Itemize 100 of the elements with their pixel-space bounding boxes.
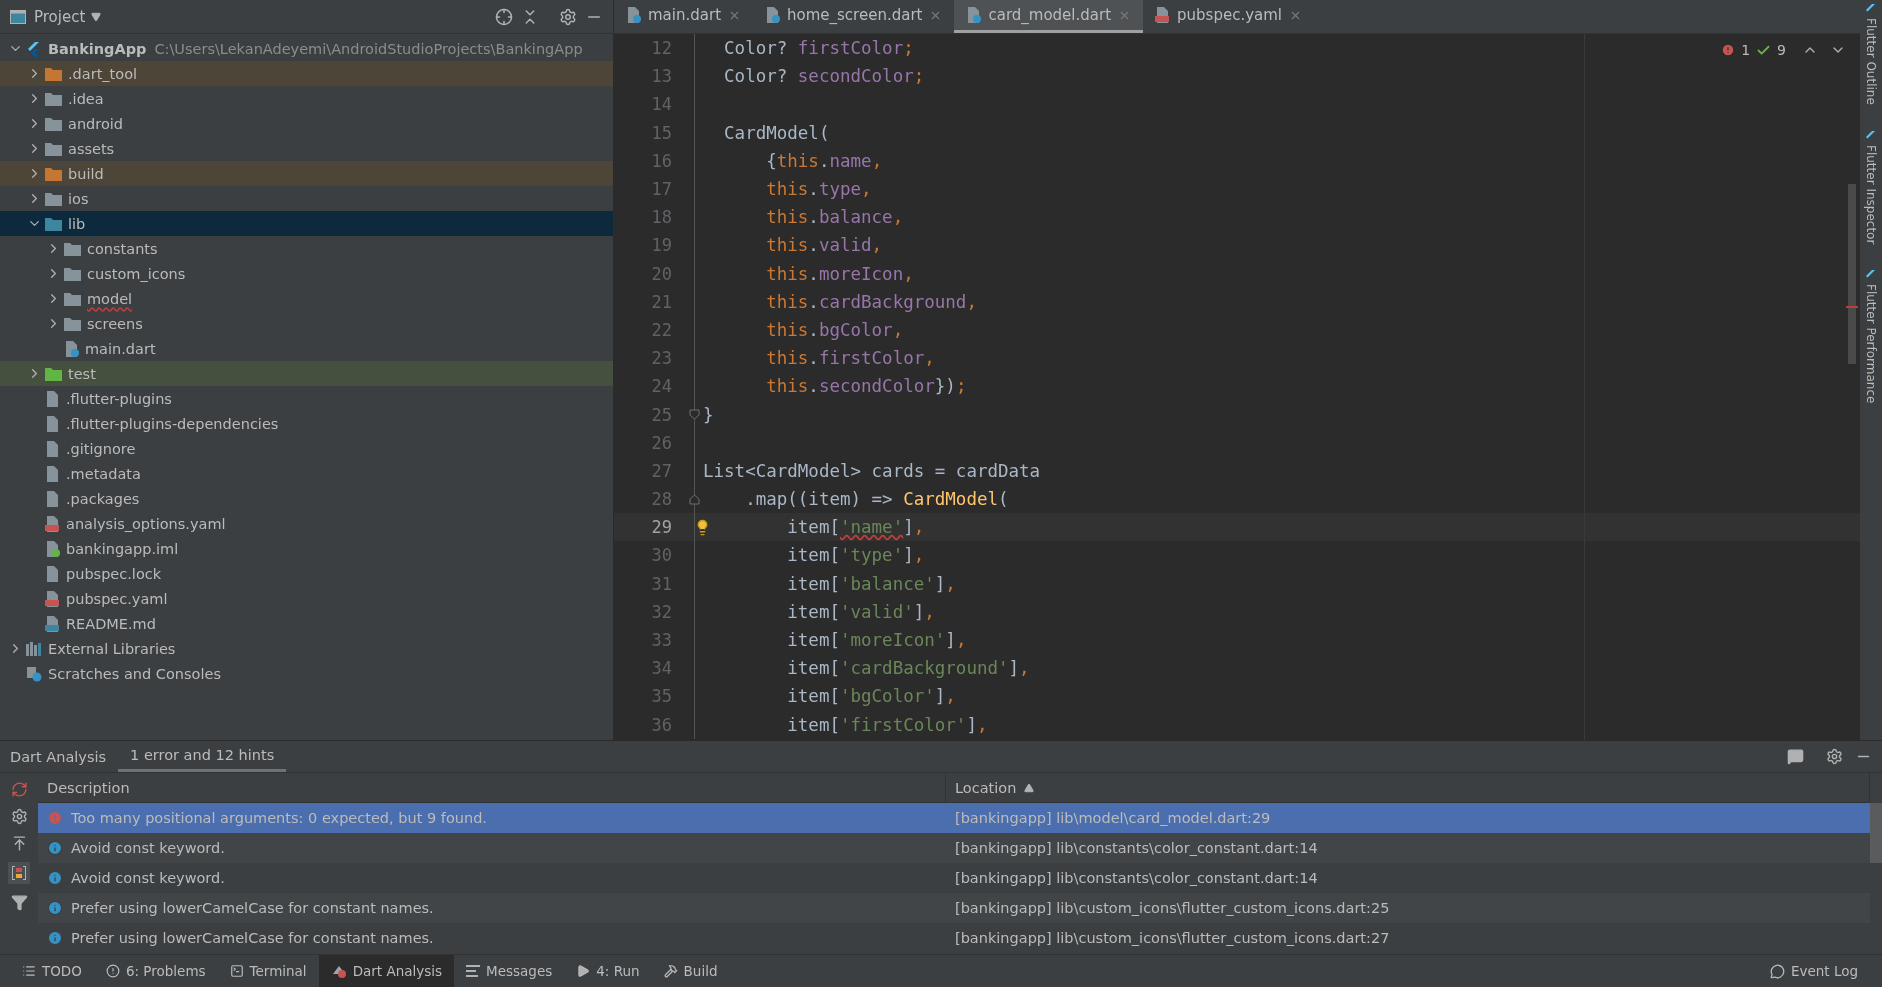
event-log-button[interactable]: Event Log xyxy=(1757,955,1870,987)
tree-row[interactable]: analysis_options.yaml xyxy=(0,511,613,536)
group-icon[interactable] xyxy=(8,862,30,884)
line-number: 23 xyxy=(650,348,672,369)
line-number: 25 xyxy=(650,404,672,425)
tool-window-button[interactable]: TODO xyxy=(10,955,94,987)
flutter-icon xyxy=(1866,130,1876,141)
tree-row[interactable]: pubspec.yaml xyxy=(0,586,613,611)
tree-item-label: bankingapp.iml xyxy=(66,540,179,557)
locate-icon[interactable] xyxy=(495,7,513,26)
code-line: this.balance, xyxy=(765,207,904,228)
tree-row[interactable]: screens xyxy=(0,311,613,336)
filter-icon[interactable] xyxy=(10,894,28,911)
line-number: 31 xyxy=(650,573,672,594)
play-icon xyxy=(576,964,591,978)
tree-row[interactable]: lib xyxy=(0,211,613,236)
folder-icon xyxy=(45,166,62,181)
tree-row[interactable]: model xyxy=(0,286,613,311)
tree-item-label: analysis_options.yaml xyxy=(66,515,226,532)
tool-window-button[interactable]: 4: Run xyxy=(564,955,652,987)
editor-tab[interactable]: home_screen.dart xyxy=(753,0,955,33)
tree-row[interactable]: External Libraries xyxy=(0,636,613,661)
issue-location: [bankingapp] lib\custom_icons\flutter_custom_icons.dart:27 xyxy=(955,930,1390,946)
tree-item-label: screens xyxy=(87,315,143,332)
analysis-row[interactable]: Avoid const keyword. [bankingapp] lib\constants\color_constant.dart:14 xyxy=(38,833,1870,863)
tree-item-label: main.dart xyxy=(85,340,156,357)
file-icon xyxy=(45,440,60,457)
tree-row[interactable]: BankingApp C:\Users\LekanAdeyemi\AndroidStudioProjects\BankingApp xyxy=(0,36,613,61)
code-line: this.moreIcon, xyxy=(765,263,914,284)
line-number: 12 xyxy=(650,38,672,59)
column-header[interactable]: Description xyxy=(38,773,946,802)
code-line: item['bgColor'], xyxy=(786,686,956,707)
tool-window-button[interactable]: 6: Problems xyxy=(93,955,218,987)
project-view-dropdown[interactable]: Project xyxy=(34,7,102,26)
side-tool-tab[interactable]: Flutter Outline xyxy=(1864,4,1878,105)
tree-row[interactable]: .metadata xyxy=(0,461,613,486)
issue-location: [bankingapp] lib\constants\color_constant.dart:14 xyxy=(955,870,1318,886)
code-line: List<CardModel> cards = cardData xyxy=(703,460,1041,481)
tool-window-button[interactable]: Terminal xyxy=(217,955,319,987)
file-icon xyxy=(45,515,60,532)
code-line: this.type, xyxy=(765,179,872,200)
tree-row[interactable]: android xyxy=(0,111,613,136)
code-line: this.valid, xyxy=(765,235,883,256)
tree-row[interactable]: .flutter-plugins-dependencies xyxy=(0,411,613,436)
tree-row[interactable]: Scratches and Consoles xyxy=(0,661,613,686)
comment-icon[interactable] xyxy=(1787,748,1804,765)
tree-row[interactable]: build xyxy=(0,161,613,186)
side-tool-tab[interactable]: Flutter Performance xyxy=(1864,270,1878,404)
info-icon xyxy=(47,870,63,886)
tree-item-label: BankingApp xyxy=(48,40,147,57)
code-line: Color? firstColor; xyxy=(723,38,914,59)
issue-location: [bankingapp] lib\model\card_model.dart:29 xyxy=(955,810,1271,826)
code-line: item['moreIcon'], xyxy=(786,630,967,651)
tool-window-button[interactable]: Messages xyxy=(454,955,565,987)
tree-row[interactable]: pubspec.lock xyxy=(0,561,613,586)
line-number: 36 xyxy=(650,714,672,735)
info-icon xyxy=(47,930,63,946)
tree-row[interactable]: .gitignore xyxy=(0,436,613,461)
tool-window-button[interactable]: Dart Analysis xyxy=(318,955,455,987)
tree-row[interactable]: .packages xyxy=(0,486,613,511)
editor-tab[interactable]: pubspec.yaml xyxy=(1143,0,1315,33)
tree-row[interactable]: README.md xyxy=(0,611,613,636)
balloon-icon xyxy=(1769,963,1785,979)
code-line: item['type'], xyxy=(786,545,925,566)
file-icon xyxy=(1155,7,1171,23)
tree-row[interactable]: bankingapp.iml xyxy=(0,536,613,561)
tree-item-label: README.md xyxy=(66,615,156,632)
issue-description: Avoid const keyword. xyxy=(71,840,225,856)
settings-icon[interactable] xyxy=(1826,748,1843,765)
tree-item-label: custom_icons xyxy=(87,265,186,282)
tree-row[interactable]: .idea xyxy=(0,86,613,111)
editor-tab[interactable]: card_model.dart xyxy=(954,0,1144,33)
folder-icon xyxy=(45,366,62,381)
line-number: 33 xyxy=(650,630,672,651)
scrollbar-drawing[interactable] xyxy=(1846,184,1858,364)
tree-row[interactable]: test xyxy=(0,361,613,386)
info-icon xyxy=(47,900,63,916)
folder-icon xyxy=(45,91,62,106)
project-path: C:\Users\LekanAdeyemi\AndroidStudioProjects\BankingApp xyxy=(154,40,583,57)
line-number: 21 xyxy=(650,291,672,312)
tree-row[interactable]: ios xyxy=(0,186,613,211)
caret-icon xyxy=(91,11,102,22)
refresh-icon[interactable] xyxy=(10,781,28,798)
settings-icon[interactable] xyxy=(559,7,577,26)
tree-row[interactable]: .dart_tool xyxy=(0,61,613,86)
tree-row[interactable]: .flutter-plugins xyxy=(0,386,613,411)
tree-row[interactable]: assets xyxy=(0,136,613,161)
analysis-row[interactable]: Prefer using lowerCamelCase for constant names. [bankingapp] lib\custom_icons\flutter_custom_icons.dart:25 xyxy=(38,893,1870,923)
side-tool-tab[interactable]: Flutter Inspector xyxy=(1864,130,1878,245)
scratch-icon xyxy=(26,665,42,682)
settings-icon[interactable] xyxy=(10,808,28,825)
folder-icon xyxy=(45,216,62,231)
tree-row[interactable]: constants xyxy=(0,236,613,261)
issue-description: Too many positional arguments: 0 expected, but 9 found. xyxy=(71,810,487,826)
tool-window-button[interactable]: Build xyxy=(651,955,730,987)
tree-row[interactable]: custom_icons xyxy=(0,261,613,286)
editor-tab[interactable]: main.dart xyxy=(614,0,753,33)
panel-tab[interactable]: 1 error and 12 hints xyxy=(118,741,287,772)
info-icon xyxy=(47,840,63,856)
tree-row[interactable]: main.dart xyxy=(0,336,613,361)
